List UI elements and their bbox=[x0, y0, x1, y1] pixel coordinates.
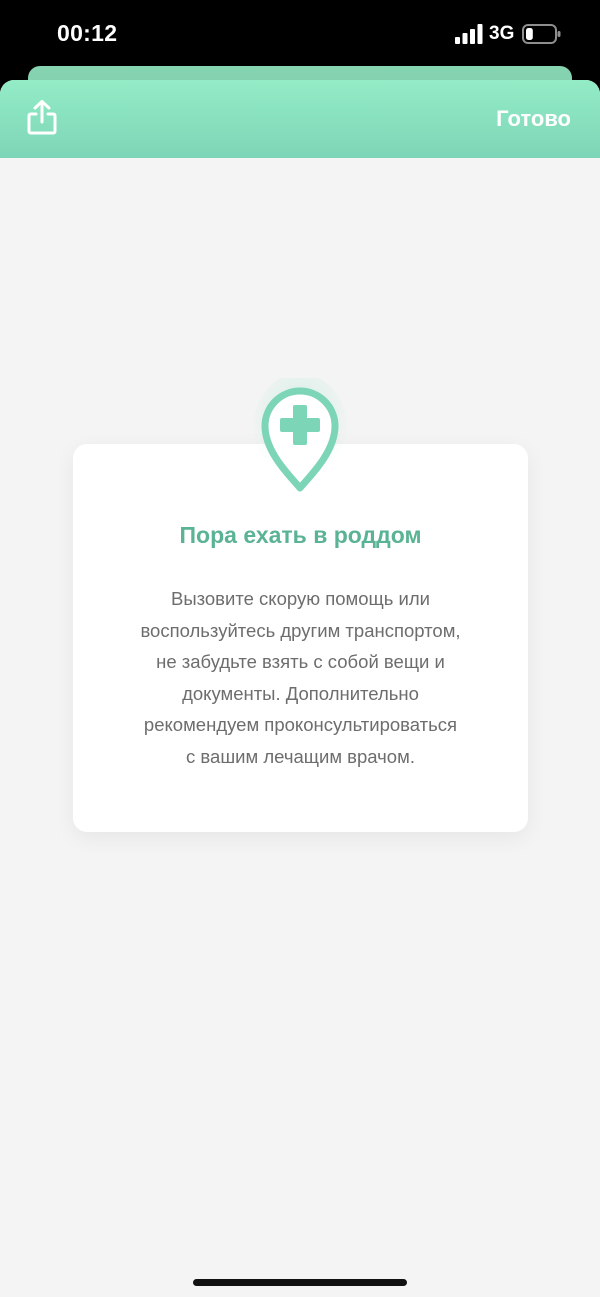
status-time: 00:12 bbox=[57, 20, 118, 46]
info-card: Пора ехать в роддом Вызовите скорую помо… bbox=[73, 444, 528, 832]
sheet-header: Готово bbox=[0, 80, 600, 158]
share-button[interactable] bbox=[22, 98, 62, 138]
modal-sheet: Готово Пора ехать в роддом Вызовите скор… bbox=[0, 80, 600, 1297]
network-type: 3G bbox=[489, 23, 515, 44]
cellular-signal-icon bbox=[455, 24, 483, 44]
card-body: Вызовите скорую помощь или воспользуйтес… bbox=[140, 588, 461, 767]
done-button[interactable]: Готово bbox=[496, 106, 571, 132]
home-indicator[interactable] bbox=[193, 1279, 407, 1286]
status-bar: 00:12 3G bbox=[0, 0, 600, 66]
battery-icon bbox=[522, 24, 561, 44]
card-title: Пора ехать в роддом bbox=[179, 522, 422, 548]
medical-location-pin-icon bbox=[253, 378, 347, 492]
share-icon bbox=[27, 100, 57, 135]
